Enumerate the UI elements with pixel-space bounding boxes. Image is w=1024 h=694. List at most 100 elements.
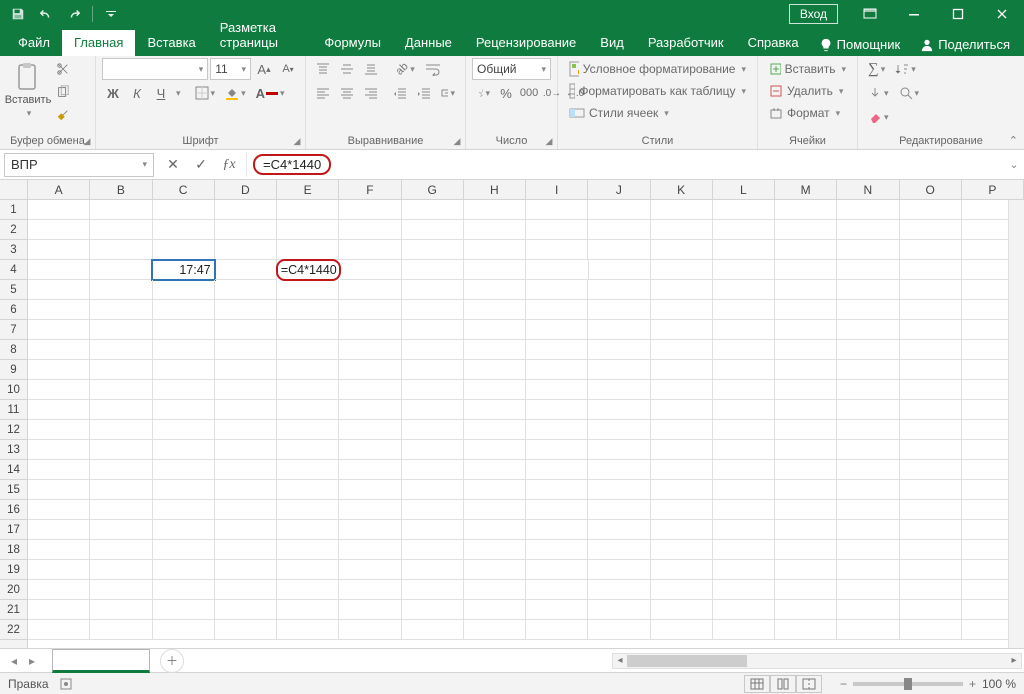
cell-F8[interactable]	[339, 340, 401, 360]
cell-B4[interactable]	[90, 260, 152, 280]
row-header-11[interactable]: 11	[0, 400, 27, 420]
cell-A5[interactable]	[28, 280, 90, 300]
cell-O3[interactable]	[900, 240, 962, 260]
cell-D6[interactable]	[215, 300, 277, 320]
cell-H19[interactable]	[464, 560, 526, 580]
cell-M13[interactable]	[775, 440, 837, 460]
undo-button[interactable]	[34, 3, 58, 25]
cell-B9[interactable]	[90, 360, 152, 380]
cell-N11[interactable]	[837, 400, 899, 420]
cell-G21[interactable]	[402, 600, 464, 620]
cell-B15[interactable]	[90, 480, 152, 500]
cell-J10[interactable]	[588, 380, 650, 400]
cell-K1[interactable]	[651, 200, 713, 220]
row-header-21[interactable]: 21	[0, 600, 27, 620]
cell-L7[interactable]	[713, 320, 775, 340]
cell-O9[interactable]	[900, 360, 962, 380]
cell-F16[interactable]	[339, 500, 401, 520]
cell-D9[interactable]	[215, 360, 277, 380]
macro-recorder-icon[interactable]	[59, 677, 73, 691]
col-header-M[interactable]: M	[775, 180, 837, 199]
cell-C3[interactable]	[153, 240, 215, 260]
cell-J3[interactable]	[588, 240, 650, 260]
cell-H7[interactable]	[464, 320, 526, 340]
cell-B18[interactable]	[90, 540, 152, 560]
bold-button[interactable]: Ж	[102, 82, 124, 104]
cell-G4[interactable]	[402, 260, 464, 280]
cell-O13[interactable]	[900, 440, 962, 460]
cell-G19[interactable]	[402, 560, 464, 580]
cell-I12[interactable]	[526, 420, 588, 440]
cell-H21[interactable]	[464, 600, 526, 620]
cell-G20[interactable]	[402, 580, 464, 600]
cell-M3[interactable]	[775, 240, 837, 260]
cell-L17[interactable]	[713, 520, 775, 540]
cell-E22[interactable]	[277, 620, 339, 640]
cell-A8[interactable]	[28, 340, 90, 360]
align-top[interactable]	[312, 58, 334, 80]
cell-C4[interactable]: 17:47	[152, 260, 214, 280]
grow-font[interactable]: A▴	[253, 58, 275, 80]
align-launcher[interactable]: ◢	[451, 135, 463, 147]
cell-O17[interactable]	[900, 520, 962, 540]
cell-J17[interactable]	[588, 520, 650, 540]
cell-E19[interactable]	[277, 560, 339, 580]
cell-L19[interactable]	[713, 560, 775, 580]
cell-K11[interactable]	[651, 400, 713, 420]
cell-I14[interactable]	[526, 460, 588, 480]
cell-C12[interactable]	[153, 420, 215, 440]
col-header-O[interactable]: O	[900, 180, 962, 199]
cell-B17[interactable]	[90, 520, 152, 540]
cell-K14[interactable]	[651, 460, 713, 480]
cell-F3[interactable]	[339, 240, 401, 260]
cell-M6[interactable]	[775, 300, 837, 320]
cell-C11[interactable]	[153, 400, 215, 420]
hscroll-thumb[interactable]	[627, 655, 747, 667]
cell-E18[interactable]	[277, 540, 339, 560]
cell-G6[interactable]	[402, 300, 464, 320]
cell-A9[interactable]	[28, 360, 90, 380]
cell-A10[interactable]	[28, 380, 90, 400]
cell-O2[interactable]	[900, 220, 962, 240]
cell-G8[interactable]	[402, 340, 464, 360]
cell-H18[interactable]	[464, 540, 526, 560]
col-header-I[interactable]: I	[526, 180, 588, 199]
cell-J7[interactable]	[588, 320, 650, 340]
comma-format[interactable]: 000	[518, 82, 540, 104]
font-color-button[interactable]: A▾	[252, 82, 289, 104]
cell-B14[interactable]	[90, 460, 152, 480]
align-left[interactable]	[312, 82, 334, 104]
tab-file[interactable]: Файл	[6, 30, 62, 56]
cell-B8[interactable]	[90, 340, 152, 360]
new-sheet-button[interactable]: ＋	[160, 649, 184, 673]
cell-O4[interactable]	[900, 260, 962, 280]
cell-D11[interactable]	[215, 400, 277, 420]
cell-N18[interactable]	[837, 540, 899, 560]
cell-J12[interactable]	[588, 420, 650, 440]
cell-H3[interactable]	[464, 240, 526, 260]
underline-button[interactable]: Ч	[150, 82, 172, 104]
vertical-scrollbar[interactable]	[1008, 200, 1024, 648]
cell-H9[interactable]	[464, 360, 526, 380]
sign-in-button[interactable]: Вход	[789, 4, 838, 24]
col-header-F[interactable]: F	[339, 180, 401, 199]
cell-E4[interactable]: =C4*1440	[277, 260, 340, 280]
cell-O6[interactable]	[900, 300, 962, 320]
cell-O21[interactable]	[900, 600, 962, 620]
cell-C1[interactable]	[153, 200, 215, 220]
cell-H10[interactable]	[464, 380, 526, 400]
cell-B13[interactable]	[90, 440, 152, 460]
cell-H16[interactable]	[464, 500, 526, 520]
cell-B5[interactable]	[90, 280, 152, 300]
cell-M12[interactable]	[775, 420, 837, 440]
cell-J18[interactable]	[588, 540, 650, 560]
percent-format[interactable]: %	[495, 82, 517, 104]
row-header-2[interactable]: 2	[0, 220, 27, 240]
row-header-4[interactable]: 4	[0, 260, 27, 280]
merge-center[interactable]: ▾	[437, 82, 459, 104]
cell-K13[interactable]	[651, 440, 713, 460]
select-all-corner[interactable]	[0, 180, 28, 200]
cell-K15[interactable]	[651, 480, 713, 500]
cell-M5[interactable]	[775, 280, 837, 300]
cell-J11[interactable]	[588, 400, 650, 420]
